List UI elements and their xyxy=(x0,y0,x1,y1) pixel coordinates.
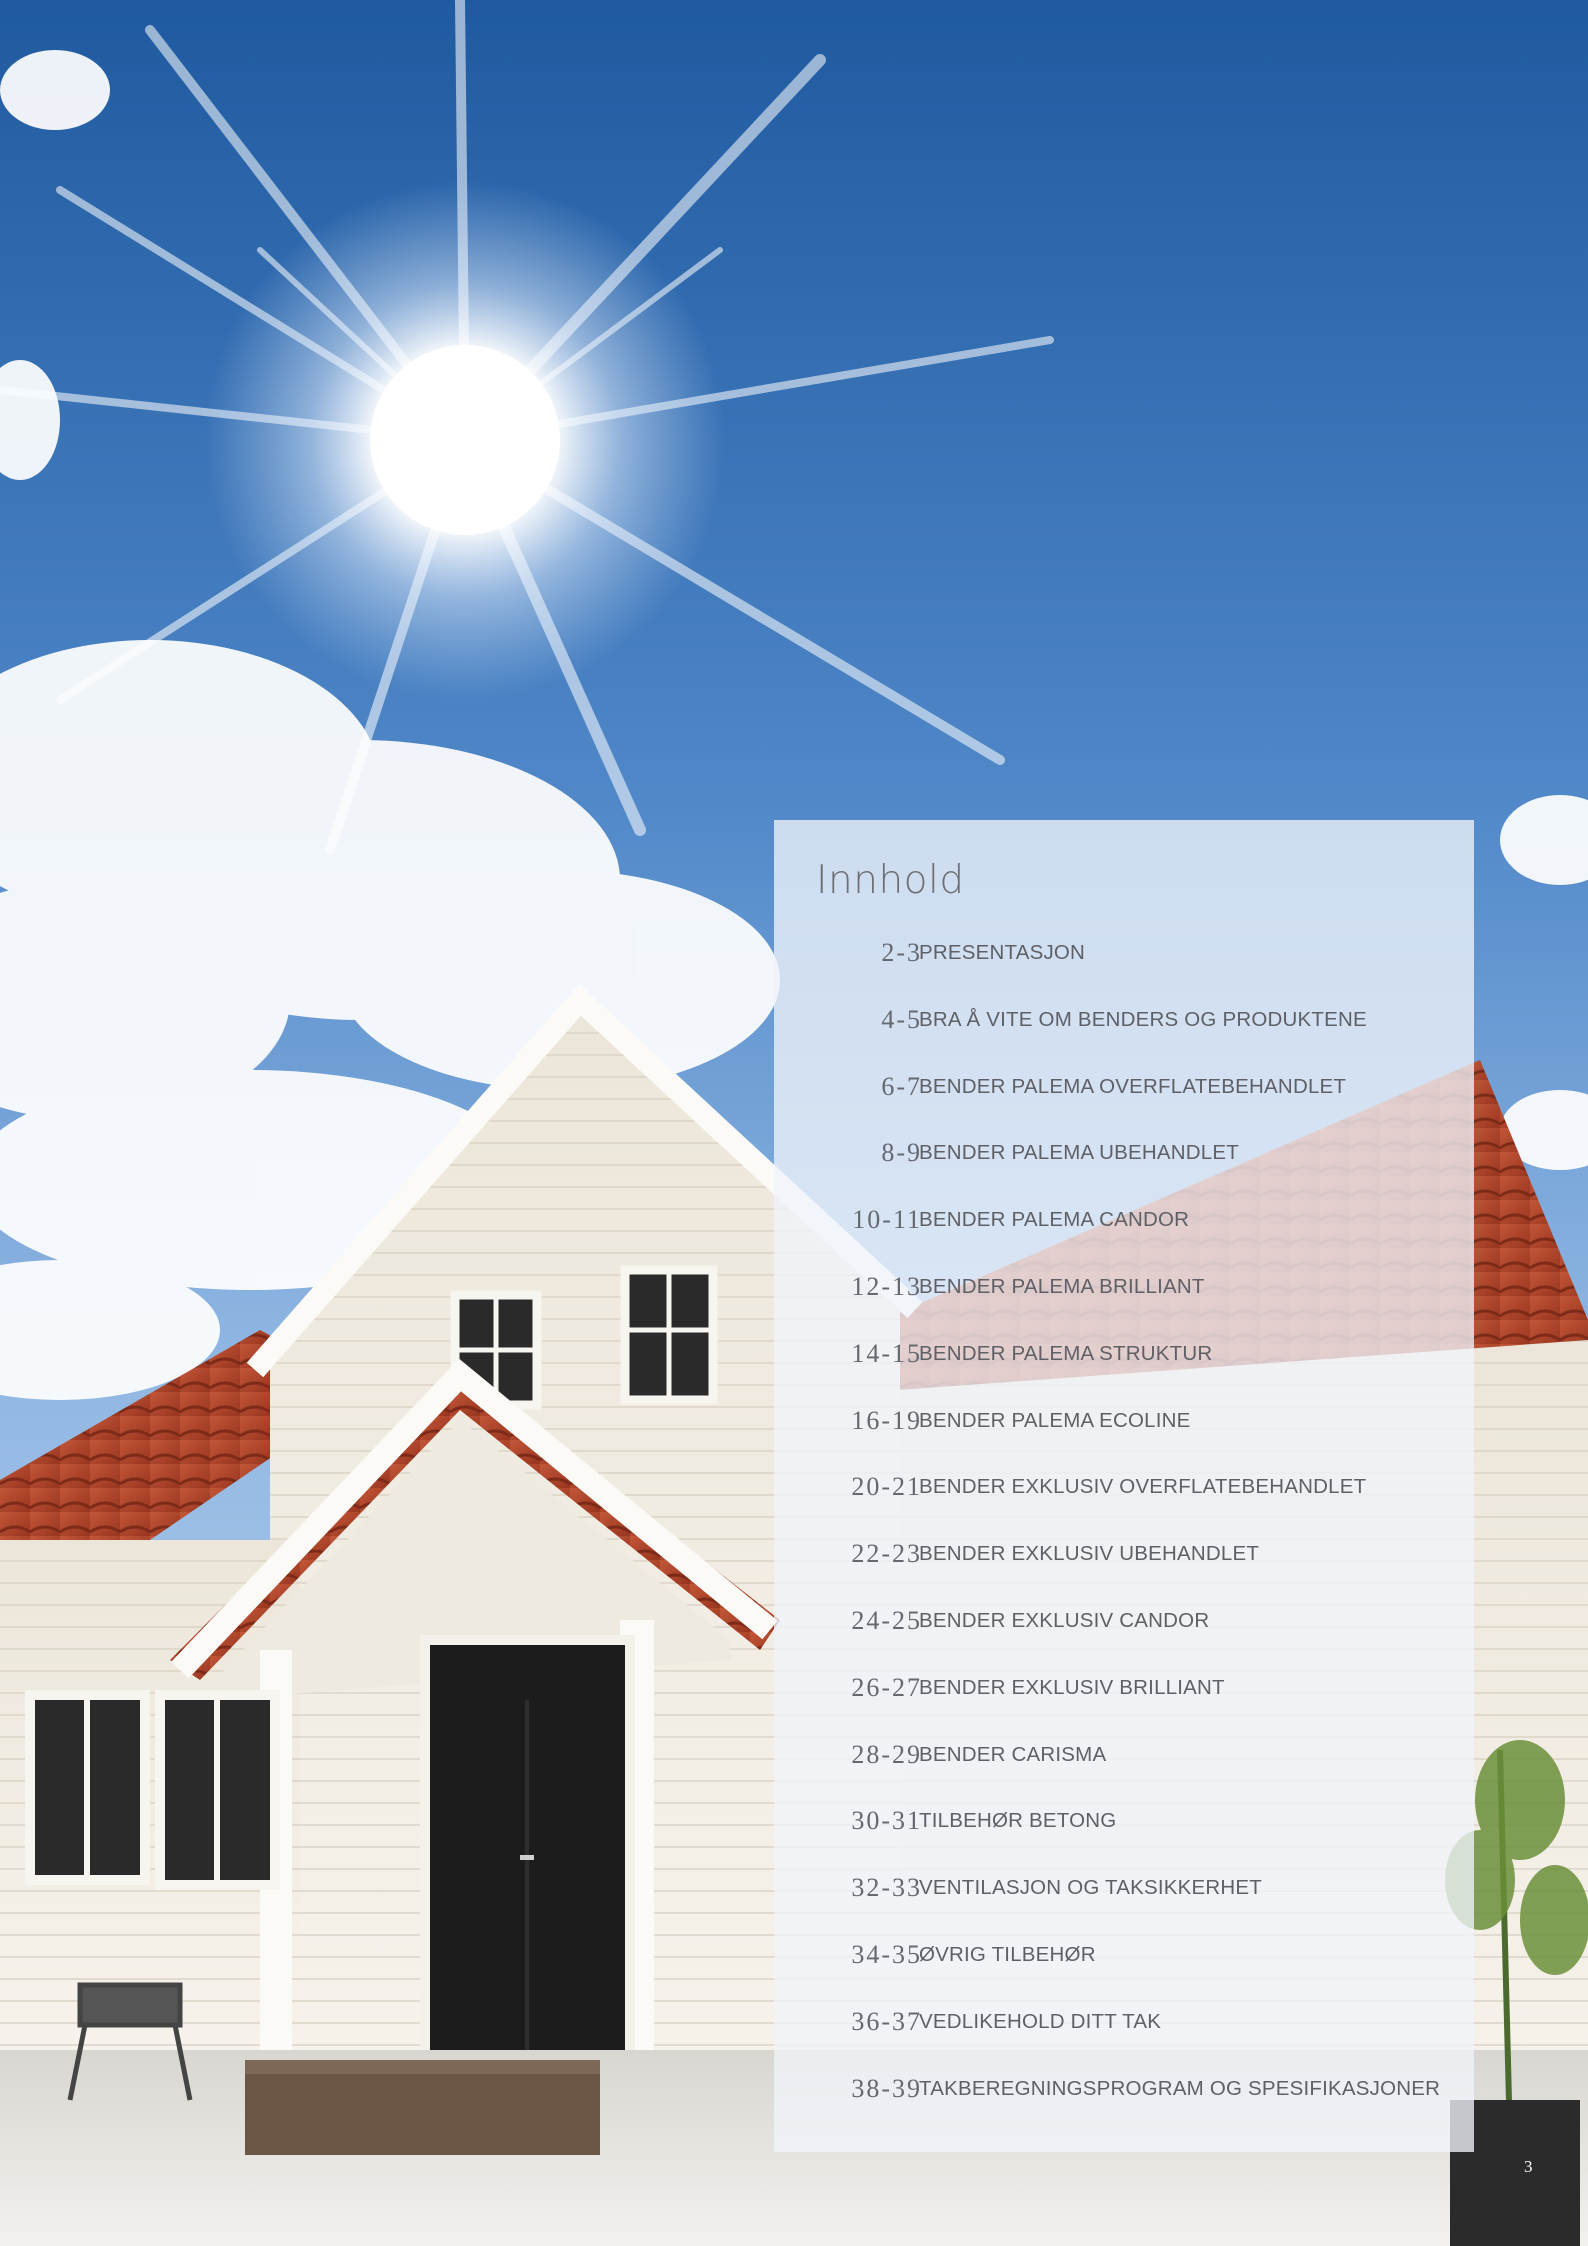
toc-entry-pages: 6-7 xyxy=(881,1071,922,1101)
toc-entry: 24-25 BENDER EXKLUSIV CANDOR xyxy=(774,1606,1474,1673)
toc-entry: 36-37 VEDLIKEHOLD DITT TAK xyxy=(774,2007,1474,2074)
toc-entry-label: BENDER EXKLUSIV UBEHANDLET xyxy=(919,1542,1260,1566)
toc-entry: 14-15 BENDER PALEMA STRUKTUR xyxy=(774,1339,1474,1406)
toc-entry: 16-19 BENDER PALEMA ECOLINE xyxy=(774,1406,1474,1473)
toc-entry: 4-5 BRA Å VITE OM BENDERS OG PRODUKTENE xyxy=(774,1005,1474,1072)
toc-entry-label: BENDER PALEMA BRILLIANT xyxy=(919,1274,1205,1298)
page-number: 3 xyxy=(1524,2157,1533,2176)
toc-entry: 20-21 BENDER EXKLUSIV OVERFLATEBEHANDLET xyxy=(774,1472,1474,1539)
toc-entry: 6-7 BENDER PALEMA OVERFLATEBEHANDLET xyxy=(774,1072,1474,1139)
toc-entry-label: VENTILASJON OG TAKSIKKERHET xyxy=(919,1876,1262,1900)
toc-entry: 26-27 BENDER EXKLUSIV BRILLIANT xyxy=(774,1673,1474,1740)
toc-entry-pages: 4-5 xyxy=(881,1004,922,1034)
toc-entry-label: BENDER PALEMA STRUKTUR xyxy=(919,1341,1213,1365)
toc-entry-pages: 10-11 xyxy=(852,1205,922,1235)
toc-entry-pages: 22-23 xyxy=(851,1539,922,1569)
toc-entry-label: BENDER EXKLUSIV CANDOR xyxy=(919,1608,1210,1632)
toc-entry: 28-29 BENDER CARISMA xyxy=(774,1740,1474,1807)
toc-entry-pages: 30-31 xyxy=(851,1806,922,1836)
toc-entry-pages: 20-21 xyxy=(851,1472,922,1502)
toc-entry-label: BENDER EXKLUSIV BRILLIANT xyxy=(919,1675,1225,1699)
toc-entry: 8-9 BENDER PALEMA UBEHANDLET xyxy=(774,1138,1474,1205)
toc-entry-pages: 32-33 xyxy=(851,1873,922,1903)
toc-list: 2-3 PRESENTASJON 4-5 BRA Å VITE OM BENDERS … xyxy=(774,938,1474,2140)
toc-entry-label: TAKBEREGNINGSPROGRAM OG SPESIFIKASJONER xyxy=(919,2076,1441,2100)
toc-entry-pages: 36-37 xyxy=(851,2006,922,2036)
toc-entry-pages: 12-13 xyxy=(851,1271,922,1301)
toc-entry-pages: 28-29 xyxy=(851,1739,922,1769)
toc-entry-pages: 16-19 xyxy=(851,1405,922,1435)
toc-entry: 10-11 BENDER PALEMA CANDOR xyxy=(774,1205,1474,1272)
toc-entry-label: BENDER PALEMA CANDOR xyxy=(919,1208,1190,1232)
toc-entry-label: BENDER EXKLUSIV OVERFLATEBEHANDLET xyxy=(919,1475,1367,1499)
toc-entry-label: BENDER PALEMA UBEHANDLET xyxy=(919,1141,1239,1165)
toc-entry: 22-23 BENDER EXKLUSIV UBEHANDLET xyxy=(774,1539,1474,1606)
toc-entry-label: ØVRIG TILBEHØR xyxy=(919,1942,1096,1966)
toc-entry-pages: 34-35 xyxy=(851,1939,922,1969)
toc-entry: 12-13 BENDER PALEMA BRILLIANT xyxy=(774,1272,1474,1339)
toc-entry-pages: 8-9 xyxy=(881,1138,922,1168)
toc-entry-label: VEDLIKEHOLD DITT TAK xyxy=(919,2009,1162,2033)
toc-entry: 38-39 TAKBEREGNINGSPROGRAM OG SPESIFIKASJ… xyxy=(774,2074,1474,2141)
toc-entry-label: PRESENTASJON xyxy=(919,941,1086,964)
toc-entry-label: BENDER CARISMA xyxy=(919,1742,1107,1766)
toc-title: Innhold xyxy=(816,858,965,903)
toc-entry-pages: 14-15 xyxy=(851,1338,922,1368)
toc-entry: 32-33 VENTILASJON OG TAKSIKKERHET xyxy=(774,1873,1474,1940)
toc-entry-label: BRA Å VITE OM BENDERS OG PRODUKTENE xyxy=(919,1007,1367,1031)
toc-entry-label: BENDER PALEMA OVERFLATEBEHANDLET xyxy=(919,1074,1347,1098)
toc-entry-pages: 24-25 xyxy=(851,1605,922,1635)
toc-entry-pages: 2-3 xyxy=(881,938,922,967)
toc-entry: 30-31 TILBEHØR BETONG xyxy=(774,1806,1474,1873)
toc-entry-pages: 26-27 xyxy=(851,1672,922,1702)
toc-entry-label: TILBEHØR BETONG xyxy=(919,1809,1117,1833)
toc-entry: 2-3 PRESENTASJON xyxy=(774,938,1474,1005)
toc-entry-label: BENDER PALEMA ECOLINE xyxy=(919,1408,1191,1432)
toc-entry-pages: 38-39 xyxy=(851,2073,922,2103)
toc-entry: 34-35 ØVRIG TILBEHØR xyxy=(774,1940,1474,2007)
table-of-contents-panel: Innhold 2-3 PRESENTASJON 4-5 BRA Å VITE OM … xyxy=(774,820,1474,2152)
